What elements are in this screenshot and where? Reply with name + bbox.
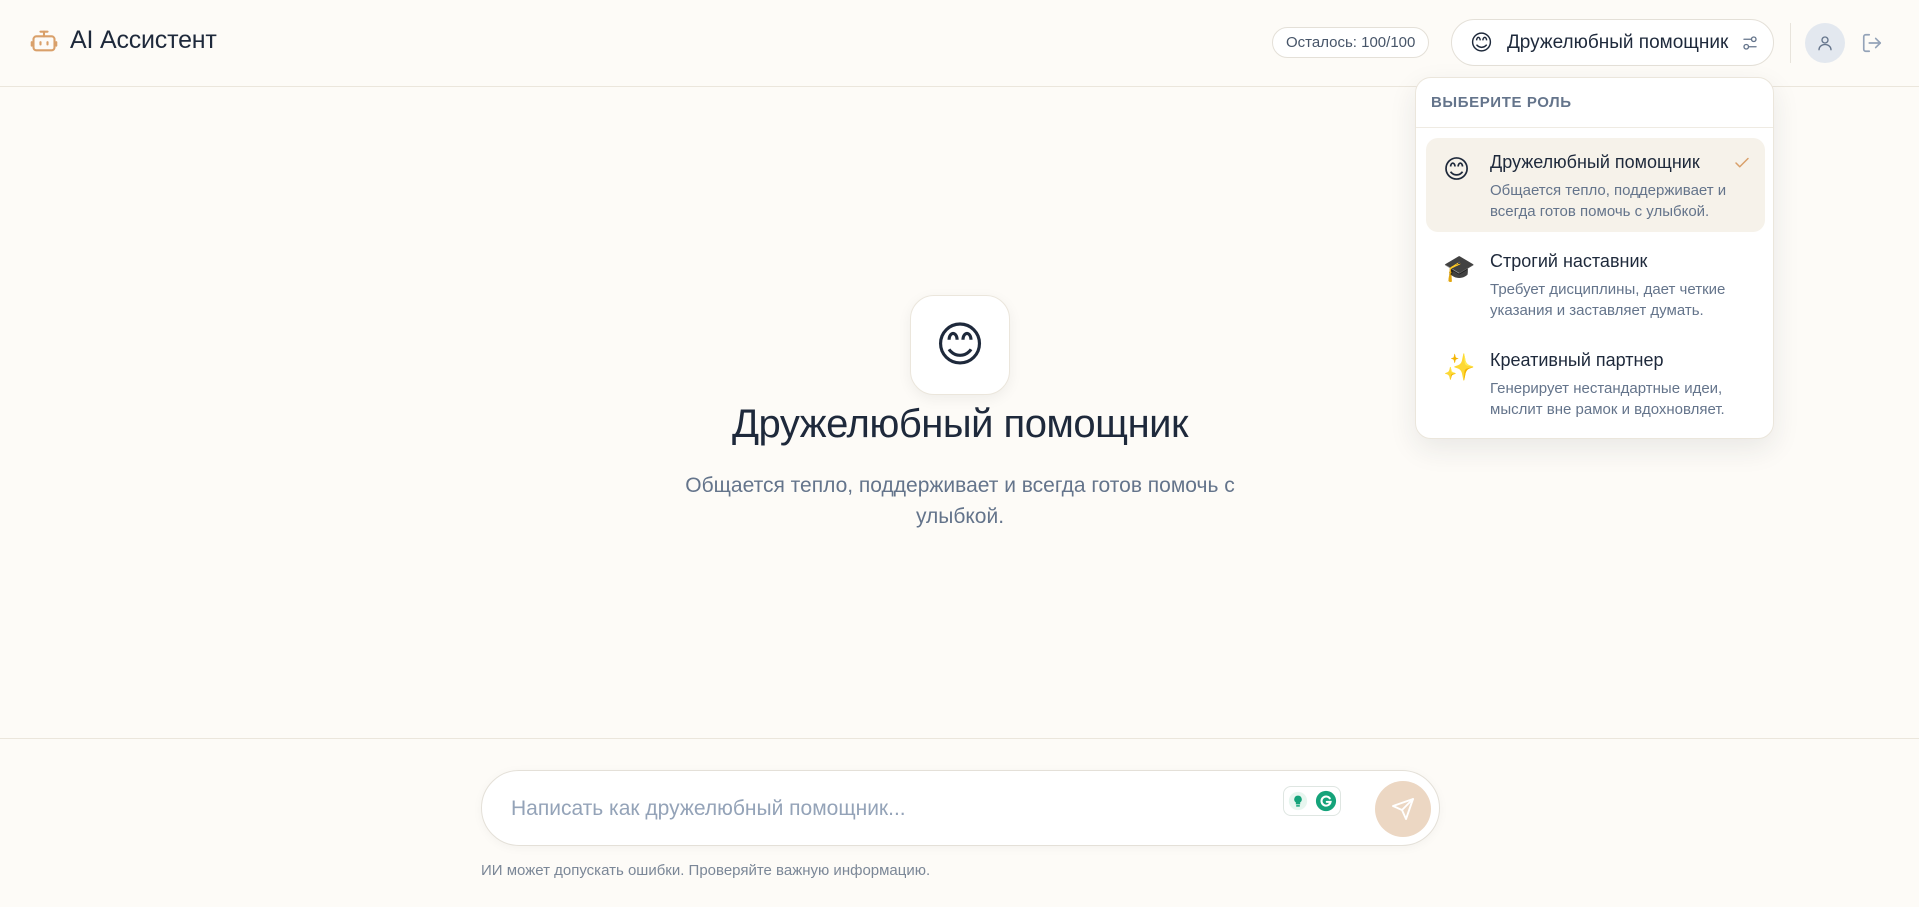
send-icon [1392, 798, 1414, 820]
role-option-friendly[interactable]: 😊 Дружелюбный помощник Общается тепло, п… [1426, 138, 1765, 232]
lightbulb-icon [1288, 791, 1307, 811]
role-option-desc: Генерирует нестандартные идеи, мыслит вн… [1490, 380, 1725, 418]
send-button[interactable] [1375, 781, 1431, 837]
graduation-cap-icon: 🎓 [1443, 253, 1476, 283]
role-selector-button[interactable]: 😊 Дружелюбный помощник [1451, 19, 1774, 66]
app-title: AI Ассистент [70, 26, 217, 54]
role-option-creative[interactable]: ✨ Креативный партнер Генерирует нестанда… [1426, 336, 1765, 430]
user-avatar-button[interactable] [1805, 23, 1845, 63]
header-divider [1790, 23, 1791, 63]
sparkles-icon: ✨ [1443, 352, 1476, 382]
role-title: Дружелюбный помощник [731, 402, 1189, 446]
logout-icon[interactable] [1861, 32, 1883, 54]
disclaimer-text: ИИ может допускать ошибки. Проверяйте ва… [481, 862, 931, 879]
user-icon [1818, 36, 1832, 51]
grammarly-icon [1315, 790, 1336, 812]
role-option-name: Дружелюбный помощник [1490, 152, 1700, 172]
role-dropdown: ВЫБЕРИТЕ РОЛЬ 😊 Дружелюбный помощник Общ… [1415, 77, 1774, 439]
role-description: Общается тепло, поддерживает и всегда го… [685, 474, 1235, 528]
brand: AI Ассистент [30, 26, 217, 55]
message-composer [481, 770, 1440, 846]
quota-badge: Осталось: 100/100 [1272, 27, 1430, 58]
role-option-name: Строгий наставник [1490, 251, 1648, 271]
role-option-desc: Требует дисциплины, дает четкие указания… [1490, 281, 1726, 319]
role-avatar: 😊 [910, 295, 1010, 395]
role-option-name: Креативный партнер [1490, 350, 1664, 370]
extension-badges[interactable] [1283, 786, 1341, 816]
check-icon [1735, 157, 1749, 168]
role-option-strict[interactable]: 🎓 Строгий наставник Требует дисциплины, … [1426, 237, 1765, 331]
current-role-label: Дружелюбный помощник [1506, 31, 1729, 53]
role-dropdown-title: ВЫБЕРИТЕ РОЛЬ [1416, 78, 1773, 128]
smiling-face-icon: 😊 [1443, 154, 1471, 184]
app-header: AI Ассистент Осталось: 100/100 😊 Дружелю… [0, 0, 1919, 87]
composer-divider [0, 738, 1919, 739]
robot-icon [30, 30, 58, 51]
smiling-face-icon: 😊 [934, 319, 986, 372]
role-option-desc: Общается тепло, поддерживает и всегда го… [1490, 182, 1727, 220]
message-input[interactable] [511, 789, 1151, 829]
sliders-icon [1743, 36, 1757, 50]
smiling-face-icon: 😊 [1470, 29, 1493, 55]
